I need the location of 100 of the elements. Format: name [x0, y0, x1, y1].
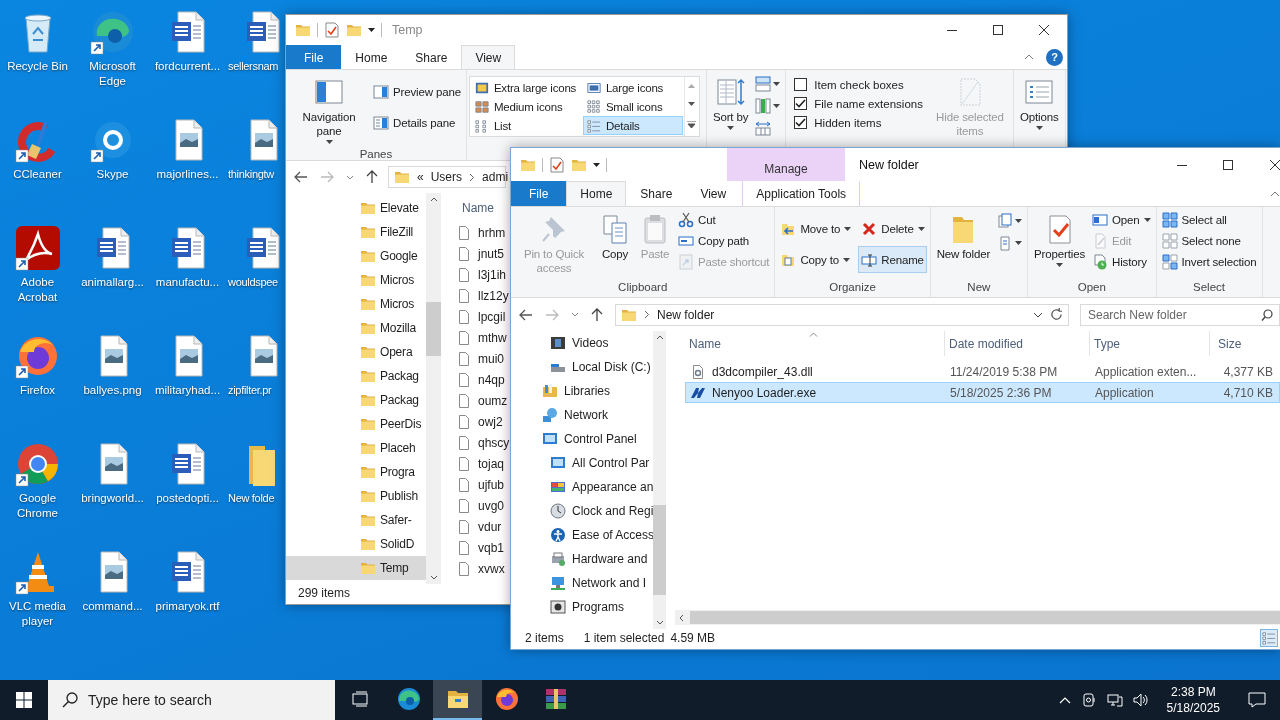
ribbon-tab[interactable]: File — [511, 181, 567, 206]
desktop-icon-label[interactable]: militaryhad... — [151, 383, 224, 398]
ribbon-button[interactable]: Select none — [1158, 231, 1244, 251]
breadcrumb[interactable]: admi — [482, 170, 509, 184]
tree-item[interactable]: Clock and Regi — [511, 499, 653, 523]
ribbon-button[interactable]: Copy to — [777, 246, 853, 273]
ribbon-tab[interactable]: Share — [401, 45, 462, 69]
column-header[interactable]: Size — [1210, 331, 1278, 356]
desktop-icon-label[interactable]: ballyes.png — [76, 383, 149, 398]
breadcrumb[interactable]: New folder — [657, 307, 715, 322]
file-name[interactable]: ujfub — [478, 477, 505, 492]
file-name[interactable]: owj2 — [478, 414, 503, 429]
tree-item[interactable]: Network and I — [511, 571, 653, 595]
desktop-icon-label[interactable]: thinkingtw — [228, 167, 274, 182]
file-name[interactable]: vdur — [478, 519, 502, 534]
ribbon-button[interactable]: Invert selection — [1158, 252, 1260, 272]
tree-item[interactable]: FileZill — [286, 220, 426, 244]
ribbon-button[interactable]: Copy path — [675, 231, 753, 251]
search-field[interactable]: Search New folder — [1080, 303, 1280, 326]
layout-option[interactable]: List — [470, 116, 583, 135]
ribbon-tab[interactable]: Share — [626, 181, 687, 206]
file-name[interactable]: qhscy — [478, 435, 510, 450]
file-name[interactable]: hrhm — [478, 225, 506, 240]
file-row[interactable]: Nenyoo Loader.exe 5/18/2025 2:36 PM Application 4,710 KB — [685, 382, 1280, 403]
checkbox[interactable] — [794, 116, 808, 129]
tree-item[interactable]: Appearance an — [511, 475, 653, 499]
scrollbar[interactable] — [653, 331, 666, 629]
ribbon-tab[interactable]: View — [461, 45, 516, 69]
tree-item[interactable]: Safer- — [286, 508, 426, 532]
ribbon-button[interactable]: Sort by — [708, 73, 753, 133]
tree-item[interactable]: Videos — [511, 331, 653, 355]
ribbon-tab[interactable]: View — [686, 181, 741, 206]
tree-item[interactable]: Network — [511, 403, 653, 427]
desktop-icon-label[interactable]: Google Chrome — [1, 491, 74, 521]
ribbon-tab[interactable]: Home — [341, 45, 402, 69]
checkbox[interactable] — [794, 97, 808, 110]
taskbar-search-field[interactable]: Type here to search — [48, 680, 335, 720]
tree-item[interactable]: Libraries — [511, 379, 653, 403]
details-view-button[interactable] — [1260, 629, 1278, 647]
taskbar-button[interactable] — [433, 680, 482, 720]
tree-item[interactable]: Opera — [286, 340, 426, 364]
ribbon-button[interactable]: Properties — [1030, 210, 1089, 270]
tree-item[interactable]: Temp — [286, 556, 426, 580]
tree-item[interactable]: Packag — [286, 364, 426, 388]
file-name[interactable]: jnut5 — [478, 246, 505, 261]
file-name[interactable]: xvwx — [478, 561, 505, 576]
desktop-icon-label[interactable]: postedopti... — [151, 491, 224, 506]
file-name[interactable]: vqb1 — [478, 540, 505, 555]
column-header[interactable]: Name — [456, 193, 509, 222]
scrollbar-thumb[interactable] — [653, 505, 666, 595]
address-bar[interactable]: « Users admi — [388, 166, 506, 188]
desktop-icon-label[interactable]: wouldspee — [228, 275, 278, 290]
desktop-icon-label[interactable]: animallarg... — [76, 275, 149, 290]
file-name[interactable]: tojaq — [478, 456, 505, 471]
file-name[interactable]: oumz — [478, 393, 508, 408]
file-row[interactable]: d3dcompiler_43.dll 11/24/2019 5:38 PM Application exten... 4,377 KB — [685, 361, 1280, 382]
tree-item[interactable]: Google — [286, 244, 426, 268]
file-name[interactable]: lpcgil — [478, 309, 506, 324]
column-header[interactable]: Type — [1090, 331, 1210, 356]
ribbon-button[interactable]: Move to — [777, 215, 855, 242]
ribbon-button[interactable]: Rename — [858, 246, 927, 273]
desktop-icon-label[interactable]: New folde — [228, 491, 275, 506]
tree-item[interactable]: Programs — [511, 595, 653, 619]
help-button[interactable]: ? — [1046, 48, 1063, 66]
tree-item[interactable]: Hardware and — [511, 547, 653, 571]
ribbon-tab[interactable]: Home — [566, 181, 627, 206]
desktop-icon-label[interactable]: Skype — [76, 167, 149, 182]
tree-item[interactable]: Control Panel — [511, 427, 653, 451]
scrollbar-thumb[interactable] — [690, 611, 1280, 624]
ribbon-button[interactable]: Preview pane — [370, 78, 464, 105]
desktop-icon-label[interactable]: command... — [76, 599, 149, 614]
scrollbar[interactable] — [675, 610, 1280, 625]
file-name[interactable]: l3j1ih — [478, 267, 507, 282]
file-name[interactable]: n4qp — [478, 372, 505, 387]
layout-option[interactable]: Details — [582, 116, 683, 135]
ribbon-button[interactable]: Open — [1089, 210, 1154, 230]
ribbon-button[interactable]: Options — [1015, 73, 1063, 133]
ribbon-button[interactable]: Details pane — [370, 109, 459, 136]
ribbon-button[interactable]: New folder — [932, 210, 995, 264]
ribbon-button[interactable]: History — [1089, 252, 1150, 272]
ribbon-tab[interactable]: File — [286, 45, 342, 69]
tree-item[interactable]: Progra — [286, 460, 426, 484]
tree-item[interactable]: Micros — [286, 268, 426, 292]
tree-item[interactable]: SolidD — [286, 532, 426, 556]
tree-item[interactable]: Micros — [286, 292, 426, 316]
ribbon-button[interactable]: Delete — [858, 215, 928, 242]
ribbon-button[interactable]: Copy — [595, 210, 635, 264]
desktop-icon-label[interactable]: Recycle Bin — [1, 59, 74, 74]
clock-date[interactable]: 5/18/2025 — [1166, 700, 1220, 716]
file-name[interactable]: mthw — [478, 330, 507, 345]
desktop-icon-label[interactable]: bringworld... — [76, 491, 149, 506]
ribbon-button[interactable]: Select all — [1158, 210, 1230, 230]
tree-item[interactable]: PeerDis — [286, 412, 426, 436]
overflow-chevrons[interactable]: « — [417, 170, 424, 184]
checkbox-label[interactable]: File name extensions — [814, 97, 923, 110]
desktop-icon-label[interactable]: Adobe Acrobat — [1, 275, 74, 305]
checkbox-label[interactable]: Item check boxes — [814, 78, 904, 91]
checkbox-label[interactable]: Hidden items — [814, 116, 882, 129]
layout-option[interactable]: Extra large icons — [470, 78, 583, 97]
file-name[interactable]: llz12y — [478, 288, 509, 303]
